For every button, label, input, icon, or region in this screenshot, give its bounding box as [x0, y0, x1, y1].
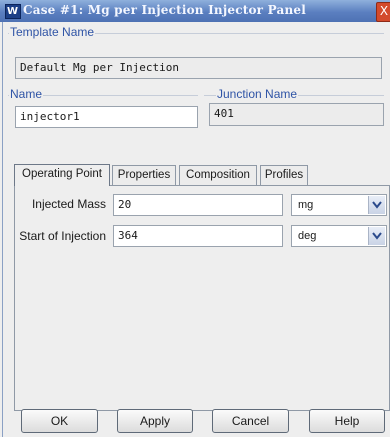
tab-properties[interactable]: Properties — [112, 165, 176, 185]
title-bar[interactable]: W Case #1: Mg per Injection Injector Pan… — [0, 0, 390, 22]
chevron-down-icon[interactable] — [368, 227, 385, 245]
window-title: Case #1: Mg per Injection Injector Panel — [23, 3, 306, 17]
junction-name-field: 401 — [209, 103, 384, 126]
injected-mass-label: Injected Mass — [31, 197, 106, 211]
chevron-down-icon[interactable] — [368, 196, 385, 214]
tab-panel: Operating Point Properties Composition P… — [14, 164, 390, 411]
name-input[interactable]: injector1 — [15, 106, 198, 128]
start-of-injection-input[interactable]: 364 — [113, 225, 283, 247]
template-name-field: Default Mg per Injection — [15, 57, 382, 79]
start-of-injection-unit-value: deg — [298, 230, 317, 242]
app-icon: W — [5, 4, 21, 19]
frame-border — [2, 22, 3, 437]
tab-profiles[interactable]: Profiles — [260, 165, 308, 185]
start-of-injection-label: Start of Injection — [19, 229, 106, 243]
name-label: Name — [9, 87, 44, 101]
injector-panel: Template Name Default Mg per Injection N… — [0, 22, 390, 437]
start-of-injection-unit-select[interactable]: deg — [291, 225, 387, 247]
close-button[interactable]: X — [376, 2, 390, 22]
injected-mass-input[interactable]: 20 — [113, 194, 283, 216]
help-button[interactable]: Help — [309, 409, 385, 433]
cancel-button[interactable]: Cancel — [212, 409, 289, 433]
junction-name-label: Junction Name — [216, 87, 299, 101]
injected-mass-unit-select[interactable]: mg — [291, 194, 387, 216]
tab-composition[interactable]: Composition — [179, 165, 257, 185]
apply-button[interactable]: Apply — [117, 409, 193, 433]
app-icon-glyph: W — [7, 6, 19, 17]
operating-point-content — [14, 185, 390, 411]
ok-button[interactable]: OK — [21, 409, 98, 433]
tab-operating-point[interactable]: Operating Point — [14, 164, 110, 186]
injected-mass-unit-value: mg — [298, 199, 314, 211]
template-name-label: Template Name — [9, 25, 96, 39]
close-icon: X — [379, 4, 389, 18]
